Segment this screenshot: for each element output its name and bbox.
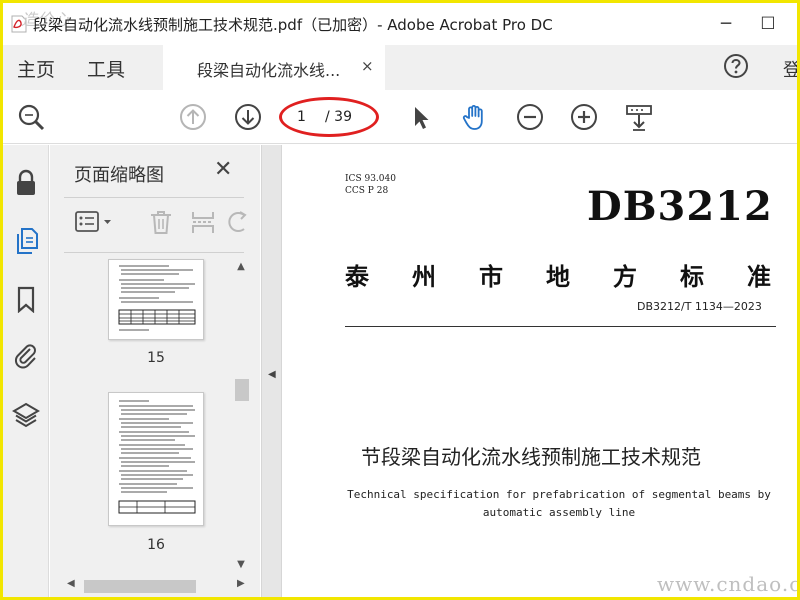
document-tab-label: 段梁自动化流水线...: [197, 61, 341, 80]
nav-home[interactable]: 主页: [17, 55, 55, 82]
tab-close-button[interactable]: ×: [361, 57, 374, 75]
thumbnail-page-content: [118, 265, 196, 331]
lock-icon[interactable]: [12, 169, 40, 197]
document-tab[interactable]: 段梁自动化流水线... ×: [163, 45, 385, 90]
page-up-icon[interactable]: [179, 103, 207, 131]
page-down-icon[interactable]: [234, 103, 262, 131]
hand-icon[interactable]: [460, 103, 488, 131]
scrollbar-thumb[interactable]: [84, 580, 196, 593]
maximize-button[interactable]: ☐: [753, 11, 783, 37]
panel-divider: [64, 252, 244, 253]
authority-char: 泰: [345, 262, 369, 291]
standard-number: DB3212/T 1134—2023: [637, 300, 762, 313]
document-page: ICS 93.040 CCS P 28 DB3212 泰 州 市 地 方 标 准…: [283, 145, 800, 597]
tab-bar: 主页 工具 段梁自动化流水线... × 登: [3, 45, 797, 90]
english-title-line: automatic assembly line: [482, 506, 636, 519]
authority-char: 准: [747, 262, 771, 291]
authority-char: 标: [680, 262, 704, 291]
ccs-code: CCS P 28: [345, 186, 389, 196]
panel-divider: [64, 197, 244, 198]
thumbnail-page-number: 15: [147, 350, 165, 366]
left-navigation-rail: [3, 145, 49, 597]
authority-char: 地: [546, 262, 570, 291]
page-thumbnail[interactable]: [108, 259, 204, 340]
authority-char: 市: [479, 262, 503, 291]
page-number-box: 1 / 39: [279, 97, 379, 137]
issuing-authority: 泰 州 市 地 方 标 准: [345, 257, 771, 292]
panel-close-button[interactable]: ✕: [214, 157, 232, 182]
layers-icon[interactable]: [12, 401, 40, 429]
document-title-chinese: 节段梁自动化流水线预制施工技术规范: [361, 445, 701, 469]
help-icon[interactable]: [723, 53, 749, 79]
page-thumbnails-panel: 页面缩略图 ✕ 15 16 ▲ ▼ ◀ ▶: [50, 145, 260, 597]
english-title-line: Technical specification for prefabricati…: [347, 488, 771, 501]
thumbnails-vertical-scrollbar[interactable]: ▲ ▼: [232, 259, 250, 577]
thumbnail-options-icon[interactable]: [74, 209, 114, 235]
authority-char: 州: [412, 262, 436, 291]
delete-page-icon[interactable]: [148, 209, 174, 235]
authority-char: 方: [613, 262, 637, 291]
scroll-down-arrow-icon[interactable]: ▼: [232, 559, 250, 575]
standard-code: DB3212: [587, 183, 773, 230]
select-cursor-icon[interactable]: [407, 103, 435, 131]
zoom-in-icon[interactable]: [570, 103, 598, 131]
rotate-page-icon[interactable]: [228, 209, 248, 235]
header-rule: [345, 326, 776, 327]
thumbnails-horizontal-scrollbar[interactable]: ◀ ▶: [64, 577, 250, 595]
collapse-panel-icon[interactable]: ◀: [268, 369, 276, 380]
page-thumbnails-icon[interactable]: [12, 227, 40, 255]
scrollbar-thumb[interactable]: [235, 379, 249, 401]
nav-tools[interactable]: 工具: [87, 55, 125, 82]
toolbar: 1 / 39: [3, 90, 797, 144]
panel-title: 页面缩略图: [74, 165, 164, 186]
search-zoom-icon[interactable]: [17, 103, 45, 131]
bookmark-icon[interactable]: [12, 285, 40, 313]
watermark-url: www.cndao.com: [657, 572, 800, 596]
window-title: 段梁自动化流水线预制施工技术规范.pdf（已加密）- Adobe Acrobat…: [33, 16, 553, 34]
extract-page-icon[interactable]: [190, 209, 216, 235]
page-thumbnail[interactable]: [108, 392, 204, 526]
scroll-left-arrow-icon[interactable]: ◀: [67, 578, 75, 589]
minimize-button[interactable]: ─: [711, 11, 741, 37]
app-window: 造价心 段梁自动化流水线预制施工技术规范.pdf（已加密）- Adobe Acr…: [0, 0, 800, 600]
ics-code: ICS 93.040: [345, 174, 396, 184]
zoom-out-icon[interactable]: [516, 103, 544, 131]
sign-in-link[interactable]: 登: [783, 56, 797, 82]
annotation-ellipse: [279, 97, 379, 137]
title-bar: 造价心 段梁自动化流水线预制施工技术规范.pdf（已加密）- Adobe Acr…: [3, 3, 797, 45]
scroll-up-arrow-icon[interactable]: ▲: [232, 261, 250, 277]
document-title-english: Technical specification for prefabricati…: [345, 486, 773, 522]
fit-page-icon[interactable]: [625, 103, 653, 131]
attachment-icon[interactable]: [12, 341, 40, 369]
scroll-right-arrow-icon[interactable]: ▶: [237, 578, 245, 589]
thumbnail-page-number: 16: [147, 537, 165, 553]
thumbnail-page-content: [118, 400, 196, 514]
panel-splitter[interactable]: ◀: [261, 145, 282, 597]
